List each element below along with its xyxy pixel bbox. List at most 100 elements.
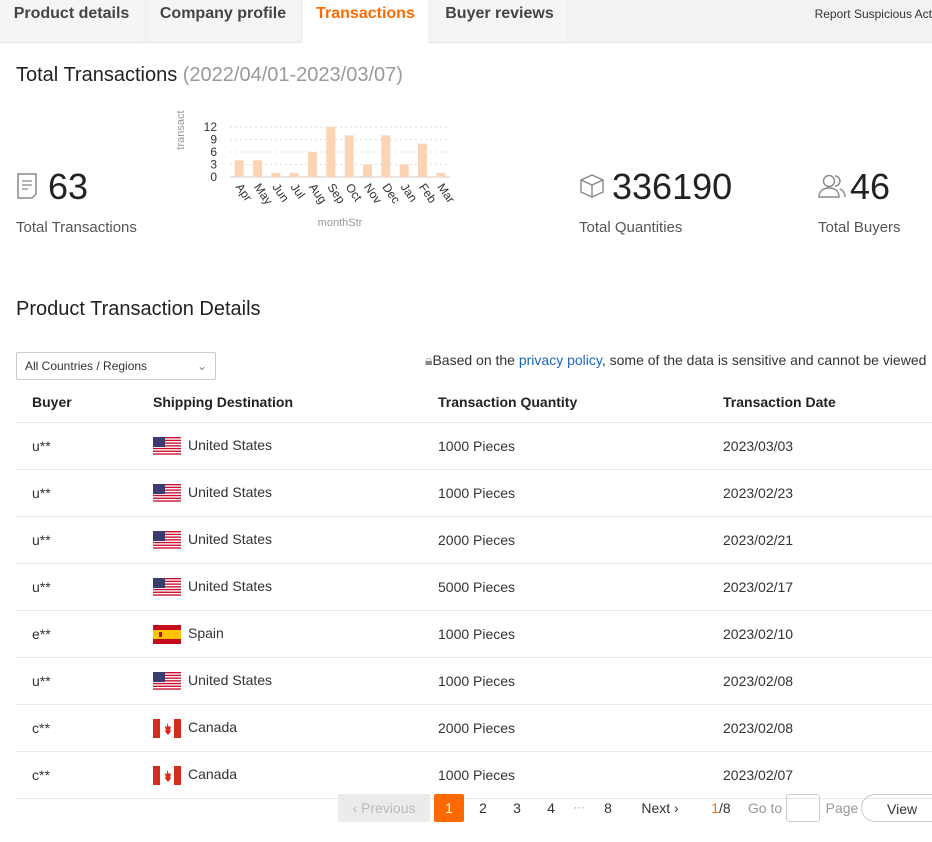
table-row: c** Canada 1000 Pieces 2023/02/07 bbox=[16, 751, 932, 799]
bar bbox=[234, 160, 244, 177]
quantity-cell: 1000 Pieces bbox=[437, 751, 722, 799]
report-link[interactable]: Report Suspicious Act bbox=[815, 7, 932, 21]
buyer-cell: c** bbox=[16, 704, 152, 752]
total-pages: /8 bbox=[719, 800, 731, 816]
header-buyer: Buyer bbox=[16, 382, 152, 423]
buyer-cell: u** bbox=[16, 657, 152, 705]
quantities-value: 336190 bbox=[612, 166, 733, 207]
country-region-select[interactable]: All Countries / Regions ⌄ bbox=[16, 352, 216, 380]
buyer-cell: u** bbox=[16, 469, 152, 517]
x-axis-label: monthStr bbox=[318, 217, 363, 229]
privacy-policy-link[interactable]: privacy policy bbox=[519, 352, 602, 368]
country-name: United States bbox=[188, 671, 273, 688]
transactions-label: Total Transactions bbox=[16, 219, 137, 236]
transactions-table: Buyer Shipping Destination Transaction Q… bbox=[16, 382, 932, 799]
buyers-label: Total Buyers bbox=[818, 219, 901, 236]
goto-label: Go to bbox=[747, 800, 783, 816]
x-tick-label: Feb bbox=[416, 181, 440, 206]
bar bbox=[308, 152, 317, 177]
buyer-cell: u** bbox=[16, 563, 152, 611]
destination-cell: Canada bbox=[152, 751, 437, 799]
buyer-cell: c** bbox=[16, 751, 152, 799]
tab-product-details[interactable]: Product details bbox=[0, 0, 143, 42]
quantity-cell: 1000 Pieces bbox=[437, 422, 722, 470]
x-tick-label: Oct bbox=[343, 181, 366, 205]
buyers-value: 46 bbox=[850, 166, 891, 207]
summary-title: Total Transactions (2022/04/01-2023/03/0… bbox=[16, 64, 403, 87]
bar bbox=[436, 172, 446, 177]
quantity-cell: 1000 Pieces bbox=[437, 610, 722, 658]
x-tick-label: Mar bbox=[434, 181, 457, 206]
buyer-cell: e** bbox=[16, 610, 152, 658]
us-flag-icon bbox=[153, 436, 181, 455]
table-row: u** United States 2000 Pieces 2023/02/21 bbox=[16, 516, 932, 564]
chevron-down-icon: ⌄ bbox=[196, 359, 207, 373]
ellipsis: ··· bbox=[573, 802, 585, 814]
quantity-cell: 1000 Pieces bbox=[437, 469, 722, 517]
destination-cell: United States bbox=[152, 657, 437, 705]
page-1[interactable]: 1 bbox=[434, 794, 464, 822]
goto-page-input[interactable] bbox=[786, 794, 820, 822]
header-destination: Shipping Destination bbox=[152, 382, 437, 423]
us-flag-icon bbox=[153, 483, 181, 502]
page-label: Page bbox=[825, 800, 859, 816]
table-row: c** Canada 2000 Pieces 2023/02/08 bbox=[16, 704, 932, 752]
box-icon bbox=[580, 174, 604, 198]
country-name: Canada bbox=[188, 765, 238, 782]
date-cell: 2023/02/21 bbox=[722, 516, 932, 564]
buyer-cell: u** bbox=[16, 422, 152, 470]
date-cell: 2023/03/03 bbox=[722, 422, 932, 470]
page-indicator: 1/8 bbox=[708, 794, 734, 822]
bar bbox=[399, 164, 409, 177]
y-tick-label: 6 bbox=[210, 145, 217, 159]
date-range: (2022/04/01-2023/03/07) bbox=[182, 64, 403, 86]
current-page: 1 bbox=[711, 800, 720, 816]
header-date: Transaction Date bbox=[722, 382, 932, 423]
bar bbox=[344, 135, 354, 177]
details-title: Product Transaction Details bbox=[16, 298, 261, 320]
x-tick-label: Jul bbox=[288, 181, 308, 202]
users-icon bbox=[818, 174, 846, 198]
us-flag-icon bbox=[153, 671, 181, 690]
page-2[interactable]: 2 bbox=[472, 794, 494, 822]
table-row: u** United States 1000 Pieces 2023/02/08 bbox=[16, 657, 932, 705]
table-row: u** United States 1000 Pieces 2023/03/03 bbox=[16, 422, 932, 470]
x-tick-label: Aug bbox=[306, 181, 330, 207]
country-name: United States bbox=[188, 483, 273, 500]
bar bbox=[289, 172, 299, 177]
canada-flag-icon bbox=[153, 765, 181, 785]
destination-cell: Canada bbox=[152, 704, 437, 752]
tab-company-profile[interactable]: Company profile bbox=[148, 0, 298, 42]
destination-cell: United States bbox=[152, 516, 437, 564]
date-cell: 2023/02/23 bbox=[722, 469, 932, 517]
view-button[interactable]: View bbox=[861, 794, 932, 822]
summary-title-text: Total Transactions bbox=[16, 64, 178, 86]
bar bbox=[363, 164, 372, 177]
receipt-icon bbox=[17, 173, 37, 199]
page-3[interactable]: 3 bbox=[506, 794, 528, 822]
page-4[interactable]: 4 bbox=[540, 794, 562, 822]
previous-button[interactable]: ‹ Previous bbox=[338, 794, 430, 822]
y-tick-label: 3 bbox=[210, 158, 217, 172]
country-name: Spain bbox=[188, 624, 224, 641]
country-name: United States bbox=[188, 530, 273, 547]
page-8[interactable]: 8 bbox=[597, 794, 619, 822]
table-row: u** United States 5000 Pieces 2023/02/17 bbox=[16, 563, 932, 611]
spain-flag-icon bbox=[153, 624, 181, 644]
transactions-value: 63 bbox=[48, 166, 89, 207]
destination-cell: United States bbox=[152, 422, 437, 470]
table-row: u** United States 1000 Pieces 2023/02/23 bbox=[16, 469, 932, 517]
tab-transactions[interactable]: Transactions bbox=[303, 0, 428, 43]
x-tick-label: Nov bbox=[361, 181, 385, 207]
next-button[interactable]: Next › bbox=[632, 794, 688, 822]
quantity-cell: 1000 Pieces bbox=[437, 657, 722, 705]
buyer-cell: u** bbox=[16, 516, 152, 564]
quantities-label: Total Quantities bbox=[579, 219, 683, 236]
y-tick-label: 0 bbox=[210, 170, 217, 184]
y-axis-label: transact bbox=[175, 110, 187, 149]
tab-buyer-reviews[interactable]: Buyer reviews bbox=[433, 0, 566, 42]
canada-flag-icon bbox=[153, 718, 181, 738]
y-tick-label: 9 bbox=[210, 133, 217, 147]
quantity-cell: 2000 Pieces bbox=[437, 704, 722, 752]
x-tick-label: Jan bbox=[398, 181, 421, 205]
